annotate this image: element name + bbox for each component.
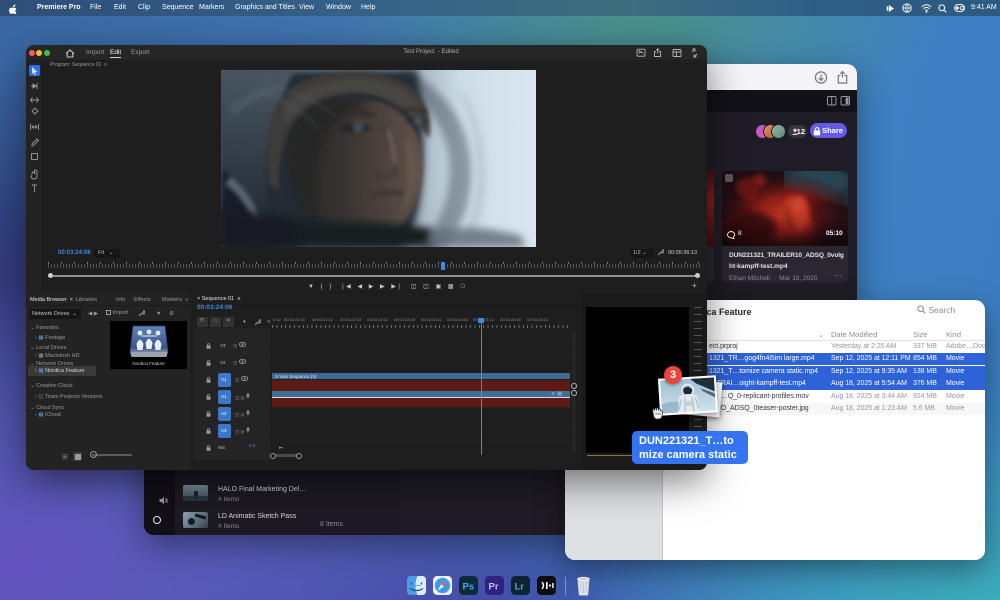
svg-text:Ps: Ps xyxy=(463,582,475,593)
svg-text:Pr: Pr xyxy=(489,582,499,593)
svg-text:Lr: Lr xyxy=(515,582,525,593)
